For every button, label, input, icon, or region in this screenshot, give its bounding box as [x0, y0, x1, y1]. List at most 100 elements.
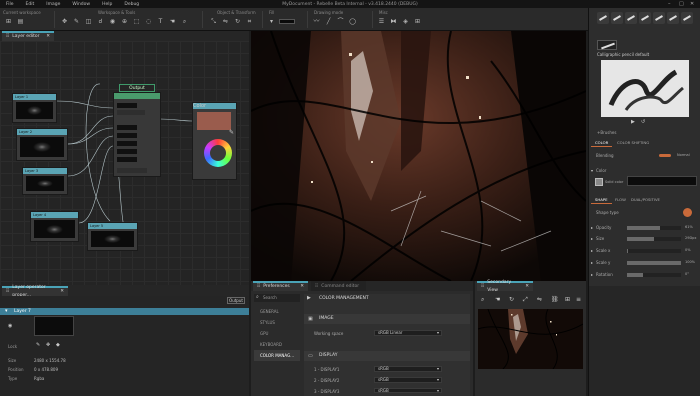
display1-select[interactable]: sRGB — [374, 366, 442, 372]
flip-icon[interactable]: ⇋ — [537, 296, 542, 303]
eraser-icon[interactable]: ◫ — [84, 17, 93, 26]
layout-icon[interactable]: ▤ — [16, 17, 25, 26]
painting-canvas[interactable] — [251, 31, 586, 281]
param-slider[interactable] — [627, 249, 681, 253]
cube-icon[interactable]: ◈ — [401, 17, 410, 26]
tab-layer-operator[interactable]: ⠿ Layer operator proper... ✕ — [2, 285, 68, 298]
color-wheel[interactable] — [204, 139, 232, 167]
color-swatch[interactable] — [197, 112, 231, 130]
flip-icon[interactable]: ⇋ — [221, 17, 230, 26]
brush-preset-chip[interactable] — [625, 12, 637, 24]
sidebar-item-general[interactable]: GENERAL — [254, 306, 300, 317]
link-icon[interactable]: ⛓ — [551, 296, 559, 303]
alpha-lock-icon[interactable]: ◆ — [56, 342, 60, 348]
curve-icon[interactable]: ⌒ — [336, 17, 345, 26]
sidebar-item-stylus[interactable]: STYLUS — [254, 317, 300, 328]
tab-color-shifting[interactable]: COLOR SHIFTING — [613, 138, 653, 147]
close-icon[interactable]: ✕ — [46, 33, 50, 41]
selected-layer-row[interactable]: Layer 7 — [0, 308, 249, 315]
blending-swatch[interactable] — [659, 154, 671, 157]
menu-window[interactable]: Window — [66, 2, 96, 7]
grid-icon[interactable]: ⊞ — [4, 17, 13, 26]
brush-preset-chip[interactable] — [681, 12, 693, 24]
working-space-select[interactable]: sRGB Linear — [374, 330, 442, 336]
brush-preset-chip[interactable] — [611, 12, 623, 24]
fit-icon[interactable]: ⤢ — [523, 296, 528, 304]
loop-icon[interactable]: ↺ — [641, 119, 645, 125]
blending-value[interactable]: Normal — [677, 153, 690, 157]
brush-lock-icon[interactable]: ✎ — [36, 342, 40, 348]
tab-command-editor[interactable]: ⠿ Command editor — [311, 281, 366, 291]
display2-select[interactable]: sRGB — [374, 377, 442, 383]
param-slider[interactable] — [627, 226, 681, 230]
close-icon[interactable]: ✕ — [300, 283, 304, 291]
collapse-icon[interactable]: ▾ — [5, 308, 8, 314]
color-bar[interactable] — [627, 176, 697, 186]
guides-icon[interactable]: ⊞ — [413, 17, 422, 26]
collapse-icon[interactable]: ▸ — [591, 248, 593, 253]
symmetry-icon[interactable]: ⧓ — [389, 17, 398, 26]
hand-icon[interactable]: ☚ — [495, 296, 500, 303]
zoom-icon[interactable]: ⌕ — [180, 17, 189, 26]
layer-node[interactable]: Layer 5 — [87, 222, 138, 251]
text-icon[interactable]: T — [156, 17, 165, 26]
param-slider[interactable] — [627, 273, 681, 277]
menu-edit[interactable]: Edit — [20, 2, 41, 7]
menu-icon[interactable]: ≡ — [576, 296, 581, 303]
collapse-icon[interactable]: ▸ — [591, 236, 593, 241]
move-lock-icon[interactable]: ✥ — [46, 342, 50, 348]
color-preview[interactable] — [595, 178, 603, 186]
tab-preferences[interactable]: ⠿ Preferences ✕ — [253, 281, 308, 291]
play-icon[interactable]: ▶ — [631, 119, 635, 125]
minimize-icon[interactable]: – — [668, 1, 671, 7]
layer-node[interactable]: Layer 3 — [22, 167, 68, 195]
fill-mode-icon[interactable]: ▾ — [267, 17, 276, 26]
close-icon[interactable]: ✕ — [60, 288, 64, 296]
picker-icon[interactable]: ⊕ — [120, 17, 129, 26]
close-icon[interactable]: ✕ — [525, 283, 529, 291]
smudge-icon[interactable]: ☌ — [96, 17, 105, 26]
display3-select[interactable]: sRGB — [374, 388, 442, 393]
sidebar-item-keyboard[interactable]: KEYBOARD — [254, 339, 300, 350]
eye-icon[interactable]: ◉ — [8, 323, 12, 329]
layer-node-editor[interactable]: Layer 1 Layer 2 Layer 3 Layer 4 Layer 5 … — [0, 41, 249, 285]
output-button[interactable]: Output — [227, 297, 245, 304]
close-icon[interactable]: ✕ — [690, 1, 694, 7]
search-input[interactable]: Search — [254, 294, 300, 302]
brush-thumbnail[interactable] — [597, 40, 617, 50]
collapse-icon[interactable]: ▸ — [591, 272, 593, 277]
grid-icon[interactable]: ⊞ — [565, 296, 570, 303]
tab-color[interactable]: COLOR — [591, 138, 613, 147]
collapse-icon[interactable]: ▸ — [591, 260, 593, 265]
layer-node[interactable]: Layer 2 — [16, 128, 68, 161]
output-node[interactable] — [113, 92, 161, 177]
brush-preset-chip[interactable] — [653, 12, 665, 24]
shape-type-swatch[interactable] — [683, 208, 692, 217]
menu-help[interactable]: Help — [96, 2, 118, 7]
line-icon[interactable]: ╱ — [324, 17, 333, 26]
layer-node[interactable]: Layer 1 — [12, 93, 57, 123]
secondary-view-image[interactable] — [478, 309, 583, 369]
color-node[interactable]: Color ✎ — [192, 102, 237, 180]
fill-color-swatch[interactable] — [279, 19, 295, 24]
layer-node[interactable]: Layer 4 — [30, 211, 79, 242]
lasso-icon[interactable]: ◌ — [144, 17, 153, 26]
shape-icon[interactable]: ◯ — [348, 17, 357, 26]
move-icon[interactable]: ✥ — [60, 17, 69, 26]
sidebar-item-color-management[interactable]: COLOR MANAG... — [254, 350, 300, 361]
param-slider[interactable] — [627, 261, 681, 265]
transform-icon[interactable]: ⤡ — [209, 17, 218, 26]
tab-layer-editor[interactable]: ⠿ Layer editor ✕ — [2, 31, 54, 41]
maximize-icon[interactable]: □ — [679, 1, 684, 7]
rotate-icon[interactable]: ↻ — [233, 17, 242, 26]
tab-secondary-view[interactable]: ⠿ Secondary View ✕ — [477, 280, 533, 293]
collapse-icon[interactable]: ▾ — [591, 168, 593, 173]
layers-icon[interactable]: ☰ — [377, 17, 386, 26]
tab-shape[interactable]: SHAPE — [591, 195, 612, 204]
sidebar-item-gpu[interactable]: GPU — [254, 328, 300, 339]
search-icon[interactable]: ⌕ — [481, 296, 484, 304]
crop-icon[interactable]: ⌗ — [245, 17, 254, 26]
param-slider[interactable] — [627, 237, 681, 241]
brush-preset-chip[interactable] — [667, 12, 679, 24]
fill-icon[interactable]: ◉ — [108, 17, 117, 26]
